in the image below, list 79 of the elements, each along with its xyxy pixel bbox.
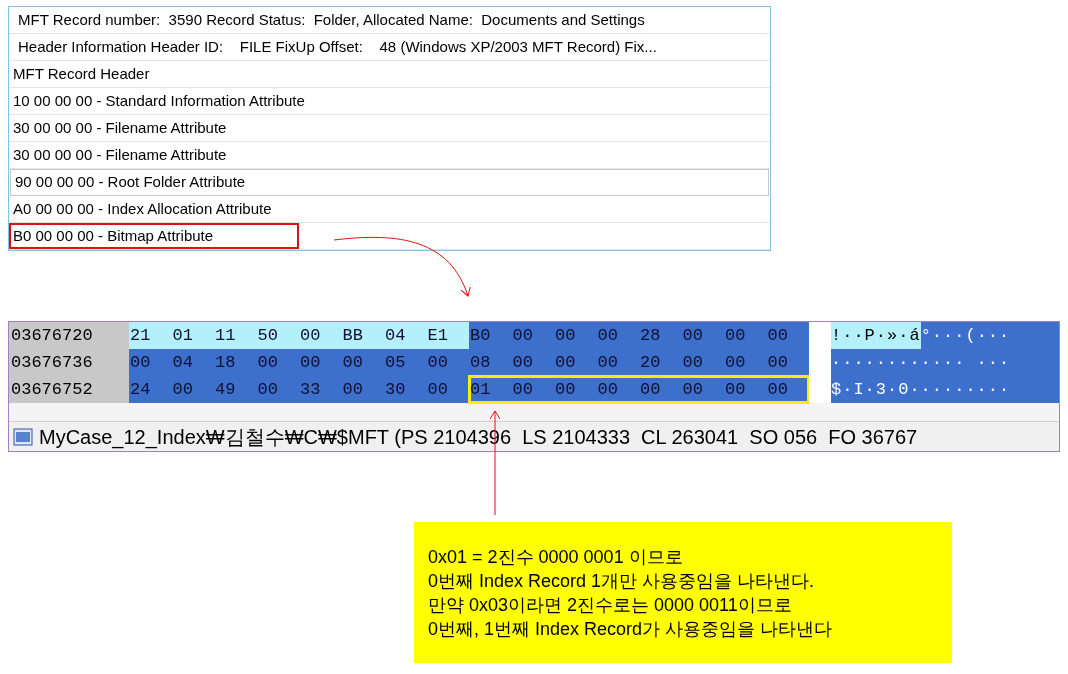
hex-byte: 00 xyxy=(596,324,619,347)
record-label: 30 00 00 00 - Filename Attribute xyxy=(13,144,227,165)
hex-byte: 00 xyxy=(681,351,704,374)
ascii-text: ············ ··· xyxy=(831,351,1011,374)
record-row[interactable]: MFT Record number: 3590 Record Status: Folder, Allocated Name: Documents and Settings xyxy=(9,7,770,34)
offset-cell: 03676720 xyxy=(9,322,129,349)
status-text: MyCase_12_Index₩김철수₩C₩$MFT (PS 2104396 LS 2104333 CL 263041 SO 056 FO 36767 xyxy=(39,424,918,451)
hex-byte: 00 xyxy=(511,324,534,347)
hex-byte: 00 xyxy=(681,324,704,347)
record-row[interactable]: A0 00 00 00 - Index Allocation Attribute xyxy=(9,196,770,223)
hex-byte: 04 xyxy=(384,324,407,347)
record-label: A0 00 00 00 - Index Allocation Attribute xyxy=(13,198,272,219)
record-row[interactable]: MFT Record Header xyxy=(9,61,770,88)
hex-byte: 04 xyxy=(171,351,194,374)
hex-byte: 00 xyxy=(681,378,704,401)
record-label: MFT Record Header xyxy=(13,63,150,84)
ascii-text: !··P·»·á xyxy=(831,322,921,349)
hex-byte: 00 xyxy=(554,378,577,401)
note-line: 만약 0x03이라면 2진수로는 0000 0011이므로 xyxy=(428,593,793,617)
hex-byte: E1 xyxy=(426,324,449,347)
hex-byte: 30 xyxy=(384,378,407,401)
record-label: MFT Record number: 3590 Record Status: Folder, Allocated Name: Documents and Settings xyxy=(18,9,645,30)
hex-byte: 24 xyxy=(129,378,152,401)
hex-byte: 01 xyxy=(469,378,492,401)
ascii-text: $·I·3·0········· xyxy=(831,378,1011,401)
record-label: B0 00 00 00 - Bitmap Attribute xyxy=(11,224,298,248)
hex-byte: 18 xyxy=(214,351,237,374)
record-label: 30 00 00 00 - Filename Attribute xyxy=(13,117,227,138)
record-row[interactable]: 30 00 00 00 - Filename Attribute xyxy=(9,115,770,142)
hex-byte: 00 xyxy=(299,351,322,374)
hex-byte: 20 xyxy=(639,351,662,374)
hex-byte: 00 xyxy=(596,378,619,401)
hex-byte: 49 xyxy=(214,378,237,401)
hex-byte: 28 xyxy=(639,324,662,347)
hex-byte: 00 xyxy=(554,351,577,374)
hex-byte: 00 xyxy=(554,324,577,347)
record-row[interactable]: 90 00 00 00 - Root Folder Attribute xyxy=(10,169,769,196)
record-row[interactable]: Header Information Header ID: FILE FixUp Offset: 48 (Windows XP/2003 MFT Record) Fix... xyxy=(9,34,770,61)
hex-byte: 00 xyxy=(426,378,449,401)
note-line: 0번째, 1번째 Index Record가 사용중임을 나타낸다 xyxy=(428,617,834,641)
hex-byte: 00 xyxy=(511,351,534,374)
hex-byte: BB xyxy=(341,324,364,347)
record-row[interactable]: 10 00 00 00 - Standard Information Attribute xyxy=(9,88,770,115)
hex-byte: 00 xyxy=(341,351,364,374)
hex-byte: 01 xyxy=(171,324,194,347)
offset-cell: 03676736 xyxy=(9,349,129,376)
hex-byte: 05 xyxy=(384,351,407,374)
hex-byte: 00 xyxy=(256,351,279,374)
hex-byte: 00 xyxy=(341,378,364,401)
record-row[interactable]: 30 00 00 00 - Filename Attribute xyxy=(9,142,770,169)
ascii-text: °···(··· xyxy=(920,324,1011,347)
note-line: 0번째 Index Record 1개만 사용중임을 나타낸다. xyxy=(428,569,816,593)
hex-byte: 00 xyxy=(724,324,747,347)
window-icon xyxy=(13,427,33,446)
record-label: Header Information Header ID: FILE FixUp Offset: 48 (Windows XP/2003 MFT Record) Fix... xyxy=(18,36,657,57)
record-row[interactable]: B0 00 00 00 - Bitmap Attribute xyxy=(9,223,770,250)
hex-byte: 00 xyxy=(511,378,534,401)
offset-cell: 03676752 xyxy=(9,376,129,403)
hex-byte: 00 xyxy=(129,351,152,374)
hex-byte: 21 xyxy=(129,324,152,347)
hex-byte: 08 xyxy=(469,351,492,374)
hex-byte: 00 xyxy=(724,378,747,401)
hex-byte: B0 xyxy=(469,324,492,347)
hex-byte: 00 xyxy=(724,351,747,374)
hex-byte: 00 xyxy=(766,351,789,374)
record-label: 10 00 00 00 - Standard Information Attribute xyxy=(13,90,305,111)
hex-byte: 00 xyxy=(426,351,449,374)
record-label: 90 00 00 00 - Root Folder Attribute xyxy=(15,172,246,193)
hex-byte: 00 xyxy=(596,351,619,374)
hex-byte: 00 xyxy=(171,378,194,401)
hex-byte: 11 xyxy=(214,324,237,347)
hex-byte: 00 xyxy=(256,378,279,401)
hex-byte: 00 xyxy=(639,378,662,401)
hex-byte: 50 xyxy=(256,324,279,347)
hex-byte: 00 xyxy=(299,324,322,347)
hex-byte: 00 xyxy=(766,378,789,401)
hex-byte: 33 xyxy=(299,378,322,401)
hex-byte: 00 xyxy=(766,324,789,347)
note-line: 0x01 = 2진수 0000 0001 이므로 xyxy=(428,545,684,569)
